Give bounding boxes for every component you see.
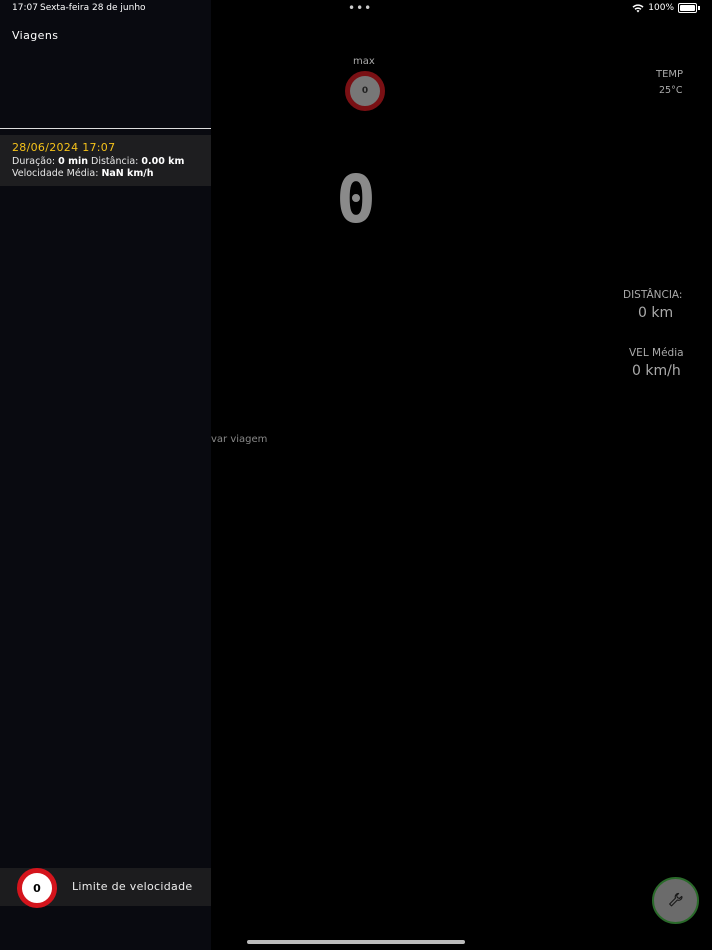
- trip-duration-label: Duração:: [12, 156, 56, 167]
- status-right: 100%: [632, 3, 700, 13]
- speed-limit-sign: 0: [17, 868, 57, 908]
- temperature-label: TEMP: [656, 69, 684, 80]
- trip-avg-speed: Velocidade Média: NaN km/h: [12, 168, 154, 179]
- speed-limit-value: 0: [33, 881, 41, 895]
- sidebar-divider: [0, 128, 211, 129]
- current-speed: 0: [336, 160, 376, 238]
- max-speed-value: 0: [361, 86, 369, 96]
- distance-value: 0 km: [638, 305, 674, 321]
- battery-percent: 100%: [648, 3, 674, 13]
- trips-sidebar: Viagens 28/06/2024 17:07 Duração: 0 min …: [0, 0, 211, 950]
- save-trip-button[interactable]: var viagem: [211, 434, 267, 445]
- distance-label: DISTÂNCIA:: [623, 289, 683, 301]
- trip-distance-value: 0.00 km: [141, 156, 185, 167]
- speed-limit-label: Limite de velocidade: [72, 880, 193, 893]
- trip-duration-distance: Duração: 0 min Distância: 0.00 km: [12, 156, 184, 167]
- trip-list-item[interactable]: 28/06/2024 17:07 Duração: 0 min Distânci…: [0, 135, 211, 186]
- temperature-value: 25°C: [659, 85, 683, 96]
- sidebar-title: Viagens: [12, 29, 59, 42]
- status-time: 17:07: [12, 3, 38, 13]
- average-speed-label: VEL Média: [629, 347, 684, 359]
- settings-button[interactable]: [652, 877, 699, 924]
- trip-duration-value: 0 min: [58, 156, 88, 167]
- battery-tip: [698, 6, 700, 10]
- trip-avg-speed-value: NaN km/h: [101, 168, 154, 179]
- trip-avg-speed-label: Velocidade Média:: [12, 168, 99, 179]
- multitasking-dots-icon[interactable]: •••: [348, 1, 372, 15]
- status-date: Sexta-feira 28 de junho: [40, 3, 146, 13]
- battery-icon: [678, 3, 697, 13]
- average-speed-value: 0 km/h: [632, 363, 681, 379]
- status-bar: 17:07 Sexta-feira 28 de junho ••• 100%: [0, 0, 712, 18]
- home-indicator[interactable]: [247, 940, 465, 944]
- max-speed-label: max: [353, 56, 375, 67]
- wrench-icon: [668, 892, 683, 906]
- trip-datetime: 28/06/2024 17:07: [12, 141, 116, 154]
- speed-limit-setting[interactable]: 0 Limite de velocidade: [0, 868, 211, 908]
- max-speed-sign: 0: [345, 71, 385, 111]
- trip-distance-label: Distância:: [91, 156, 139, 167]
- wifi-icon: [632, 3, 644, 12]
